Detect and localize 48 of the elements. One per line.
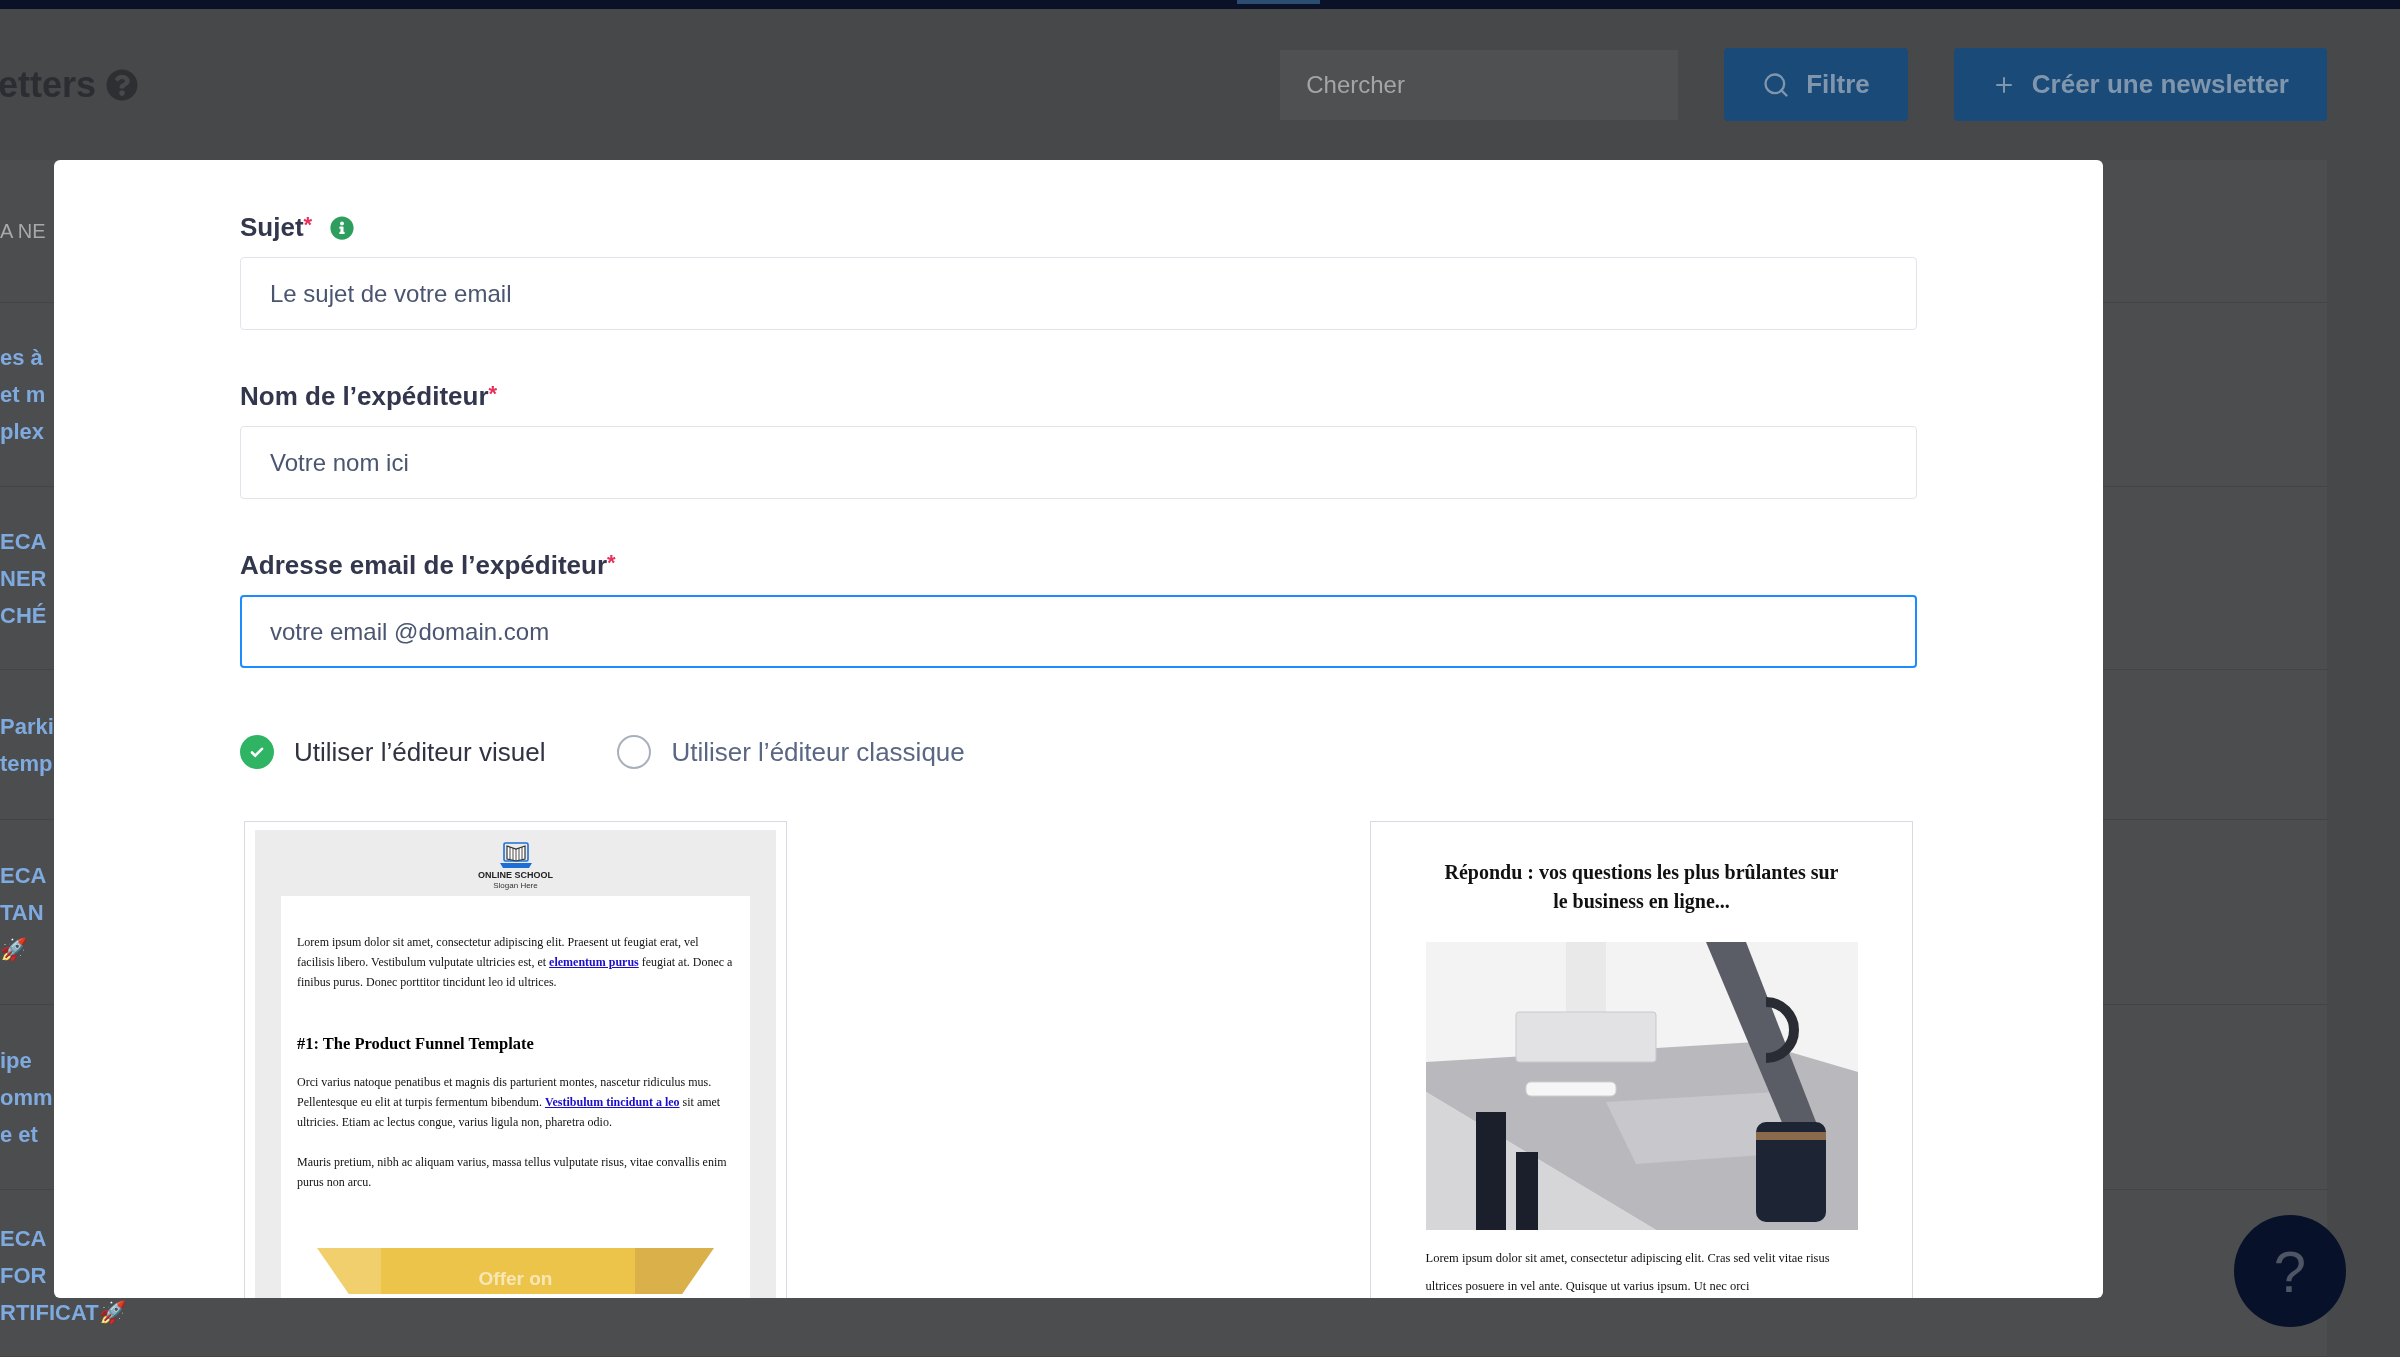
book-laptop-icon	[497, 840, 534, 870]
email-paragraph: Lorem ipsum dolor sit amet, consectetur adipiscing elit. Praesent ut feugiat erat, vel facilisis libero. Vestibulum vulputate ultricies est, et elementum purus feugiat at. Donec a finibus purus. Donec porttitor tincidunt leo id ultrices.	[297, 934, 734, 991]
newsletter-title[interactable]: NER	[0, 559, 47, 597]
radio-button[interactable]	[240, 735, 274, 769]
newsletter-title[interactable]: ECA	[0, 1220, 47, 1257]
email-link[interactable]: elementum purus	[549, 955, 639, 969]
newsletter-title[interactable]: e et	[0, 1115, 38, 1153]
input-field[interactable]: votre email @domain.com	[240, 595, 1917, 668]
editor-radio-option[interactable]: Utiliser l’éditeur visuel	[240, 735, 546, 769]
column-header: A NE	[0, 219, 46, 243]
required-mark: *	[303, 212, 313, 237]
input-field[interactable]: Votre nom ici	[240, 426, 1917, 499]
search-icon	[1762, 70, 1791, 99]
email-link[interactable]: Vestibulum tincidunt a leo	[544, 1095, 680, 1109]
field-label: Sujet	[240, 212, 304, 243]
filter-button[interactable]: Filtre	[1724, 48, 1908, 121]
newsletter-title[interactable]: ECA	[0, 522, 47, 560]
required-mark: *	[607, 550, 616, 575]
input-field[interactable]: Le sujet de votre email	[240, 257, 1917, 330]
newsletter-title[interactable]: es à	[0, 339, 43, 376]
newsletter-title[interactable]: Parki	[0, 707, 54, 745]
email-paragraph: Orci varius natoque penatibus et magnis dis parturient montes, nascetur ridiculus mus. Pellentesque eu elit at turpis fermentum bibendum. Vestibulum tincidunt a leo sit amet ultricies. Etiam ac lectus congue, varius ligula non, pharetra odio.	[297, 1074, 722, 1131]
template-card[interactable]	[1370, 821, 1913, 1298]
email-heading: Répondu : vos questions les plus brûlantes sur le business en ligne...	[1443, 860, 1840, 915]
newsletter-title[interactable]: ipe	[0, 1041, 32, 1079]
newsletter-title[interactable]: omm	[0, 1078, 53, 1116]
info-icon[interactable]	[330, 215, 355, 240]
radio-button[interactable]	[617, 735, 652, 769]
newsletter-title[interactable]: CHÉ	[0, 596, 47, 634]
newsletter-title[interactable]: ECA	[0, 856, 47, 894]
create-newsletter-button[interactable]: Créer une newsletter	[1953, 48, 2327, 121]
newsletter-title[interactable]: plex	[0, 413, 45, 450]
search-field[interactable]: Chercher	[1280, 49, 1679, 120]
newsletter-title[interactable]: TAN	[0, 893, 44, 931]
logo-slogan: Slogan Here	[493, 881, 538, 890]
required-mark: *	[488, 381, 498, 406]
email-heading: #1: The Product Funnel Template	[297, 1034, 535, 1054]
newsletter-title[interactable]: et m	[0, 376, 46, 413]
newsletter-title[interactable]: temp	[0, 744, 53, 782]
editor-radio-option[interactable]: Utiliser l’éditeur classique	[617, 735, 965, 769]
banner-text: Offer on	[478, 1268, 553, 1291]
field-label: Adresse email de l’expéditeur	[240, 550, 608, 581]
email-paragraph: Lorem ipsum dolor sit amet, consectetur adipiscing elit. Cras sed velit vitae risus ultrices posuere in vel ante. Quisque ut varius ipsum. Ut nec orci	[1425, 1250, 1831, 1295]
field-label: Nom de l’expéditeur	[240, 381, 489, 412]
newsletter-title[interactable]: RTIFICAT🚀	[0, 1294, 126, 1331]
logo-name: ONLINE SCHOOL	[478, 870, 553, 881]
email-paragraph: Mauris pretium, nibh ac aliquam varius, massa tellus vulputate risus, vitae convallis enim purus non arcu.	[297, 1154, 728, 1191]
newsletter-title[interactable]: FOR	[0, 1257, 47, 1294]
